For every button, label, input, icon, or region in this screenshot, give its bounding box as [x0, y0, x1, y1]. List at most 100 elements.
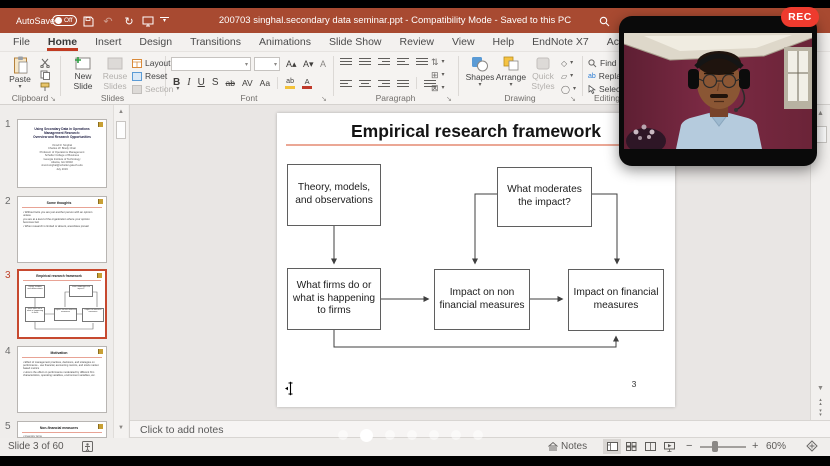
reading-view-button[interactable] [641, 439, 659, 454]
zoom-level[interactable]: 60% [766, 441, 786, 452]
shadow-button[interactable]: S [212, 76, 219, 90]
thumb-number: 4 [5, 346, 11, 357]
box-impact-nonfinancial[interactable]: Impact on non financial measures [434, 269, 530, 330]
toggle-knob-icon [55, 17, 62, 24]
slide-page-number: 3 [627, 379, 641, 389]
box-impact-financial[interactable]: Impact on financial measures [568, 269, 664, 331]
text-direction-button[interactable]: ⇅▾ [431, 56, 445, 69]
document-title: 200703 singhal.secondary data seminar.pp… [180, 15, 610, 26]
box-theory-models[interactable]: Theory, models, and observations [287, 164, 381, 226]
reuse-slides-button[interactable]: Reuse Slides [100, 56, 130, 91]
font-name-combobox[interactable]: ▾ [171, 57, 251, 71]
underline-button[interactable]: U [198, 76, 205, 90]
clipboard-dialog-launcher-icon[interactable]: ↘ [50, 95, 56, 103]
tab-home[interactable]: Home [39, 33, 86, 51]
chevron-down-icon: ▾ [509, 83, 512, 88]
font-color-button[interactable]: A [302, 77, 312, 89]
highlight-color-button[interactable]: ab [285, 77, 295, 89]
font-dialog-launcher-icon[interactable]: ↘ [321, 95, 327, 103]
fit-slide-to-window-icon[interactable] [806, 440, 818, 455]
shrink-font-button[interactable]: A▾ [303, 57, 314, 71]
tab-file[interactable]: File [4, 33, 39, 51]
tab-animations[interactable]: Animations [250, 33, 320, 51]
new-slide-button[interactable]: New Slide [68, 56, 98, 91]
drawing-dialog-launcher-icon[interactable]: ↘ [570, 95, 576, 103]
autosave-toggle[interactable]: Off [52, 15, 77, 26]
justify-icon[interactable] [397, 80, 409, 87]
arrange-icon [503, 56, 520, 72]
shapes-button[interactable]: Shapes ▾ [466, 56, 494, 88]
paragraph-dialog-launcher-icon[interactable]: ↘ [446, 95, 452, 103]
zoom-in-button[interactable]: + [752, 440, 758, 452]
align-right-icon[interactable] [378, 80, 390, 87]
clipboard-icon [13, 56, 28, 74]
slideshow-view-button[interactable] [660, 439, 678, 454]
scroll-up-icon[interactable]: ▲ [114, 109, 128, 115]
arrange-button[interactable]: Arrange ▾ [496, 56, 526, 88]
headphone-cup-right [739, 69, 750, 89]
slide-sorter-view-button[interactable] [622, 439, 640, 454]
zoom-slider-track[interactable] [700, 446, 746, 448]
align-text-button[interactable]: ⊞▾ [431, 69, 445, 82]
slide-thumbnail-2[interactable]: Some thoughts • Without facts you are ju… [17, 196, 107, 263]
slide-thumbnail-3-selected[interactable]: Empirical research framework Theory, mod… [17, 269, 107, 339]
redo-icon[interactable]: ↻ [121, 13, 137, 29]
previous-slide-button[interactable]: ▴▴ [811, 398, 830, 406]
tab-insert[interactable]: Insert [86, 33, 130, 51]
undo-icon[interactable]: ↶ [100, 13, 116, 29]
normal-view-button[interactable] [603, 439, 621, 454]
scroll-down-icon[interactable]: ▼ [114, 425, 128, 431]
find-button[interactable]: Find [588, 57, 617, 70]
reuse-slides-icon [106, 56, 124, 71]
tab-design[interactable]: Design [130, 33, 181, 51]
character-spacing-button[interactable]: AV [242, 76, 253, 90]
save-icon[interactable] [80, 13, 96, 29]
notes-toggle-button[interactable]: Notes [548, 441, 587, 452]
zoom-out-button[interactable]: − [686, 440, 692, 452]
slide-thumbnail-4[interactable]: Motivation • Effect of management practi… [17, 346, 107, 413]
tab-review[interactable]: Review [391, 33, 443, 51]
font-size-combobox[interactable]: ▾ [254, 57, 280, 71]
grow-font-button[interactable]: A▴ [286, 57, 297, 71]
increase-indent-icon[interactable] [397, 58, 409, 65]
scrollbar-thumb[interactable] [116, 121, 126, 139]
slide-canvas[interactable]: Empirical research framework Theory, mod… [277, 113, 675, 407]
flowchart-connectors [277, 113, 675, 407]
tab-endnote[interactable]: EndNote X7 [523, 33, 598, 51]
search-icon[interactable] [596, 13, 612, 29]
tab-transitions[interactable]: Transitions [181, 33, 250, 51]
bullets-icon[interactable] [340, 58, 352, 65]
customize-toolbar-icon[interactable]: ▾ [160, 17, 169, 23]
bold-button[interactable]: B [173, 76, 180, 90]
italic-button[interactable]: I [187, 76, 190, 90]
align-center-icon[interactable] [359, 80, 371, 87]
box-what-firms-do[interactable]: What firms do or what is happening to fi… [287, 268, 381, 330]
scroll-down-icon[interactable]: ▼ [811, 385, 830, 392]
numbering-icon[interactable] [359, 58, 371, 65]
quick-styles-button[interactable]: Quick Styles [528, 56, 558, 91]
notes-placeholder[interactable]: Click to add notes [140, 424, 223, 436]
slide-thumbnail-1[interactable]: Using Secondary Data in OperationsManage… [17, 119, 107, 188]
tab-view[interactable]: View [443, 33, 484, 51]
tab-slide-show[interactable]: Slide Show [320, 33, 391, 51]
thumbnail-scrollbar[interactable]: ▲ ▼ [113, 105, 128, 438]
next-slide-button[interactable]: ▾▾ [811, 409, 830, 417]
change-case-button[interactable]: Aa [260, 76, 270, 90]
line-spacing-icon[interactable] [416, 58, 428, 65]
video-progress-dots[interactable] [338, 428, 483, 442]
box-what-moderates[interactable]: What moderates the impact? [497, 167, 592, 227]
shape-fill-button[interactable]: ◇▾ [561, 57, 576, 70]
start-slideshow-icon[interactable] [140, 13, 156, 29]
strikethrough-button[interactable]: ab [225, 76, 234, 90]
accessibility-icon[interactable] [82, 441, 93, 455]
decrease-indent-icon[interactable] [378, 58, 390, 65]
cut-icon[interactable] [40, 58, 50, 70]
tab-help[interactable]: Help [484, 33, 524, 51]
paste-button[interactable]: Paste ▾ [5, 56, 35, 90]
align-left-icon[interactable] [340, 80, 352, 87]
copy-icon[interactable] [40, 70, 50, 82]
shape-outline-button[interactable]: ▱▾ [561, 70, 576, 83]
clear-formatting-button[interactable]: A [320, 57, 326, 71]
zoom-slider-thumb[interactable] [712, 441, 718, 452]
slide-thumbnail-5[interactable]: Non-financial measures • Inventory turns [17, 421, 107, 438]
